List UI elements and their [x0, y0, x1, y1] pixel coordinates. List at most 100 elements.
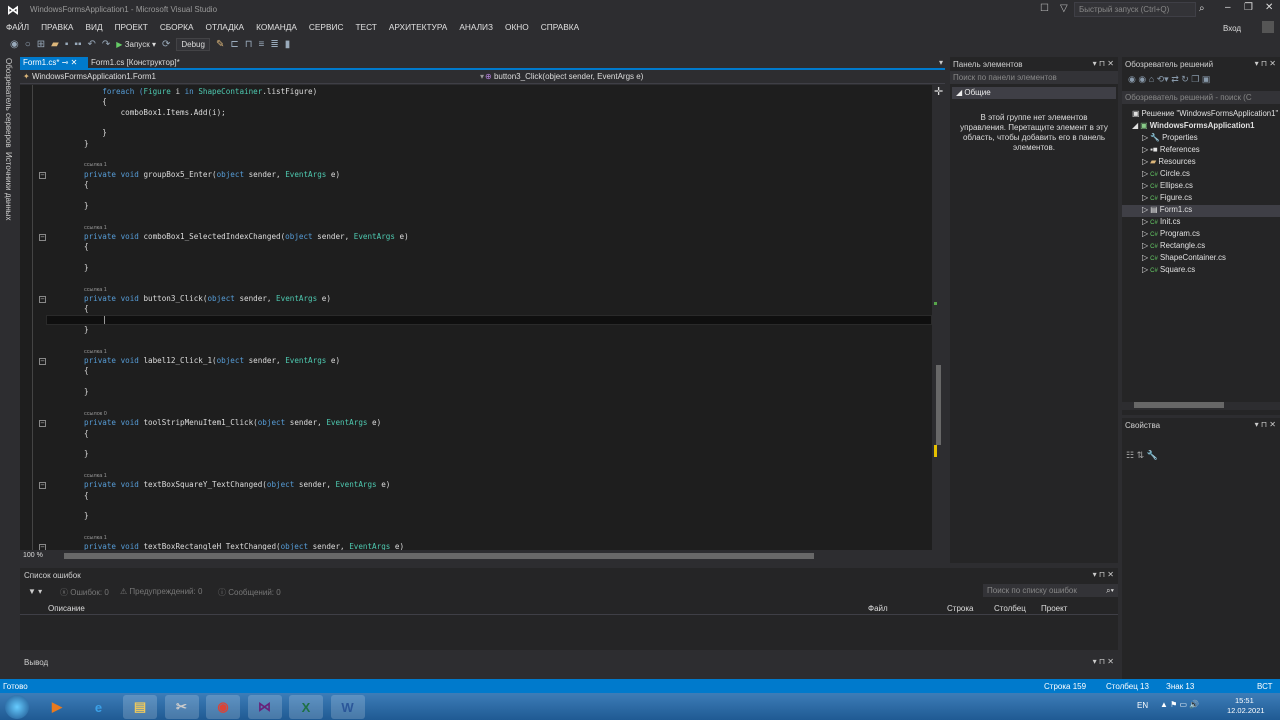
- solution-toolbar[interactable]: ◉ ◉ ⌂ ⟲▾ ⇄ ↻ ❐ ▣: [1128, 74, 1210, 85]
- panel-controls[interactable]: ▾ ⊓ ✕: [1255, 420, 1276, 429]
- restore-button[interactable]: ❐: [1244, 2, 1253, 13]
- tree-item[interactable]: ▷ C# Ellipse.cs: [1142, 181, 1280, 193]
- tree-item[interactable]: ▷ C# Program.cs: [1142, 229, 1280, 241]
- vertical-scrollbar[interactable]: ✛: [932, 85, 945, 550]
- align-icon[interactable]: ⊏: [230, 39, 238, 50]
- refresh-icon[interactable]: ⟳: [162, 39, 170, 50]
- menu-item[interactable]: ТЕСТ: [349, 20, 382, 34]
- menu-item[interactable]: АРХИТЕКТУРА: [383, 20, 453, 34]
- quick-launch-input[interactable]: Быстрый запуск (Ctrl+Q): [1074, 2, 1196, 17]
- collapse-icon[interactable]: −: [39, 171, 46, 179]
- collapse-icon[interactable]: −: [39, 358, 46, 366]
- save-all-icon[interactable]: ▪▪: [74, 39, 81, 50]
- collapse-icon[interactable]: −: [39, 296, 46, 303]
- tree-item[interactable]: ▷ C# Init.cs: [1142, 217, 1280, 229]
- panel-controls[interactable]: ▾ ⊓ ✕: [1255, 59, 1276, 68]
- class-dropdown[interactable]: ✦ WindowsFormsApplication1.Form1: [23, 72, 156, 81]
- codelens-references[interactable]: ссылка 1: [84, 473, 107, 479]
- codelens-references[interactable]: ссылка 1: [84, 162, 107, 168]
- panel-controls[interactable]: ▾ ⊓ ✕: [1093, 657, 1114, 666]
- errors-filter[interactable]: ⓧ Ошибок: 0: [60, 587, 109, 598]
- collapse-icon[interactable]: −: [39, 544, 46, 550]
- menu-item[interactable]: ОКНО: [499, 20, 535, 34]
- media-player-icon[interactable]: ▶: [40, 695, 74, 719]
- messages-filter[interactable]: ⓘ Сообщений: 0: [218, 587, 281, 598]
- filter-button[interactable]: ▼ ▾: [28, 587, 42, 596]
- tree-item[interactable]: ▷ C# Figure.cs: [1142, 193, 1280, 205]
- tree-item[interactable]: ▷ ▪■ References: [1142, 145, 1280, 157]
- menu-item[interactable]: ОТЛАДКА: [200, 20, 251, 34]
- format-icon[interactable]: ⊓: [245, 39, 253, 50]
- horizontal-scrollbar[interactable]: [64, 553, 814, 559]
- account-icon[interactable]: [1262, 21, 1274, 33]
- menu-item[interactable]: ПРОЕКТ: [109, 20, 154, 34]
- filter-icon[interactable]: ▽: [1060, 3, 1068, 14]
- menu-item[interactable]: АНАЛИЗ: [453, 20, 499, 34]
- collapse-icon[interactable]: −: [39, 482, 46, 490]
- chrome-icon[interactable]: ◉: [206, 695, 240, 719]
- tree-item[interactable]: ▷ C# Circle.cs: [1142, 169, 1280, 181]
- tree-item[interactable]: ▷ ▤ Form1.cs: [1122, 205, 1280, 217]
- redo-icon[interactable]: ↷: [102, 39, 110, 50]
- column-file[interactable]: Файл: [868, 604, 888, 613]
- language-indicator[interactable]: EN: [1137, 701, 1148, 710]
- column-project[interactable]: Проект: [1041, 604, 1067, 613]
- scroll-thumb[interactable]: [936, 365, 941, 445]
- codelens-references[interactable]: ссылка 1: [84, 287, 107, 293]
- code-editor[interactable]: foreach (Figure i in ShapeContainer.list…: [20, 85, 932, 550]
- collapse-icon[interactable]: −: [39, 420, 46, 428]
- menu-item[interactable]: ПРАВКА: [35, 20, 79, 34]
- search-icon[interactable]: ⌕: [1199, 3, 1205, 14]
- new-project-icon[interactable]: ⊞: [37, 39, 45, 50]
- comment-icon[interactable]: ≡: [259, 39, 265, 50]
- tab-form1-code[interactable]: Form1.cs* ⊸ ✕: [20, 57, 88, 69]
- column-column[interactable]: Столбец: [994, 604, 1026, 613]
- forward-icon[interactable]: ○: [25, 39, 31, 50]
- menu-item[interactable]: СБОРКА: [154, 20, 200, 34]
- menu-item[interactable]: СЕРВИС: [303, 20, 350, 34]
- explorer-icon[interactable]: ▤: [123, 695, 157, 719]
- menu-item[interactable]: КОМАНДА: [250, 20, 303, 34]
- find-icon[interactable]: ✎: [216, 39, 224, 50]
- side-tab-server-explorer[interactable]: Обозреватель серверов: [4, 58, 13, 148]
- clock-time[interactable]: 15:51: [1235, 696, 1254, 705]
- error-search-input[interactable]: Поиск по списку ошибок ⌕▾: [983, 584, 1118, 597]
- word-icon[interactable]: W: [330, 695, 365, 719]
- pin-icon[interactable]: ⊸: [62, 58, 69, 67]
- tab-form1-designer[interactable]: Form1.cs [Конструктор]*: [88, 57, 183, 69]
- close-button[interactable]: ✕: [1265, 2, 1273, 13]
- uncomment-icon[interactable]: ≣: [270, 39, 278, 50]
- codelens-references[interactable]: ссылок 0: [84, 411, 107, 417]
- undo-icon[interactable]: ↶: [88, 39, 96, 50]
- bookmark-icon[interactable]: ▮: [285, 39, 291, 50]
- dropdown-arrow-icon[interactable]: ▾: [480, 72, 484, 81]
- panel-controls[interactable]: ▾ ⊓ ✕: [1093, 570, 1114, 579]
- tree-item[interactable]: ▷ C# ShapeContainer.cs: [1142, 253, 1280, 265]
- zoom-select[interactable]: 100 %: [23, 552, 43, 559]
- menu-item[interactable]: СПРАВКА: [535, 20, 585, 34]
- open-icon[interactable]: ▰: [51, 39, 59, 50]
- menu-item[interactable]: ФАЙЛ: [0, 20, 35, 34]
- start-button[interactable]: ▶ Запуск ▾: [116, 40, 156, 49]
- column-description[interactable]: Описание: [48, 604, 85, 613]
- member-dropdown[interactable]: ⊕ button3_Click(object sender, EventArgs…: [485, 72, 643, 81]
- clock-date[interactable]: 12.02.2021: [1227, 706, 1265, 715]
- visual-studio-icon[interactable]: ⋈: [247, 695, 282, 719]
- toolbox-group-general[interactable]: ◢ Общие: [952, 87, 1116, 99]
- tree-item[interactable]: ▷ C# Square.cs: [1142, 265, 1280, 277]
- properties-toolbar[interactable]: ☷ ⇅ 🔧: [1126, 450, 1158, 461]
- collapse-icon[interactable]: −: [39, 233, 46, 241]
- tab-dropdown-icon[interactable]: ▾: [939, 58, 943, 67]
- menu-item[interactable]: ВИД: [79, 20, 108, 34]
- feedback-icon[interactable]: ☐: [1040, 3, 1049, 14]
- tree-item[interactable]: ▷ C# Rectangle.cs: [1142, 241, 1280, 253]
- tree-item-solution[interactable]: ▣ Решение "WindowsFormsApplication1": [1132, 109, 1280, 121]
- start-button[interactable]: [5, 695, 29, 719]
- horizontal-scrollbar[interactable]: [1122, 402, 1280, 410]
- tray-icons[interactable]: ▲ ⚑ ▭ 🔊: [1160, 700, 1199, 709]
- side-tab-data-sources[interactable]: Источники данных: [4, 152, 13, 221]
- internet-explorer-icon[interactable]: e: [82, 695, 116, 719]
- minimize-button[interactable]: ‒: [1225, 2, 1231, 13]
- column-line[interactable]: Строка: [947, 604, 973, 613]
- signin-link[interactable]: Вход: [1223, 24, 1241, 33]
